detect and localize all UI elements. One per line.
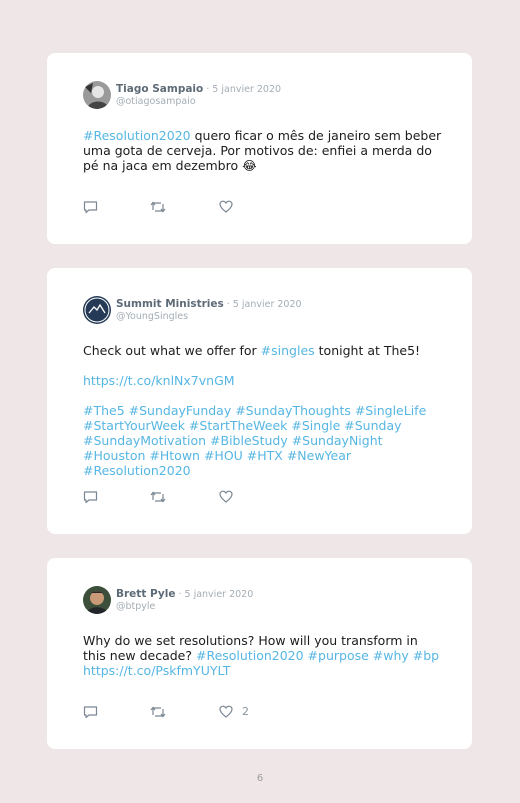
tweet-text-segment: tonight at The5! — [314, 343, 421, 358]
reply-icon[interactable] — [83, 490, 98, 504]
reply-icon[interactable] — [83, 200, 98, 214]
tweet-link[interactable]: #singles — [261, 343, 315, 358]
tweet-date[interactable]: · 5 janvier 2020 — [224, 299, 302, 310]
tweet-date[interactable]: · 5 janvier 2020 — [175, 589, 253, 600]
reply-icon[interactable] — [83, 705, 98, 719]
tweet-paragraph: #Resolution2020 quero ficar o mês de jan… — [83, 128, 443, 173]
tweet-link[interactable]: #The5 #SundayFunday #SundayThoughts #Sin… — [83, 403, 426, 478]
tweet-actions — [83, 200, 283, 216]
tweet-card: Summit Ministries · 5 janvier 2020 @Youn… — [47, 268, 472, 534]
retweet-icon[interactable] — [150, 200, 166, 214]
author-name[interactable]: Brett Pyle — [116, 588, 175, 600]
tweet-text: #Resolution2020 quero ficar o mês de jan… — [83, 128, 443, 173]
author-line: Summit Ministries · 5 janvier 2020 — [116, 298, 302, 310]
author-name[interactable]: Tiago Sampaio — [116, 83, 203, 95]
tweet-link[interactable]: https://t.co/knlNx7vnGM — [83, 373, 235, 388]
avatar[interactable] — [83, 296, 111, 324]
tweet-card: Brett Pyle · 5 janvier 2020 @btpyle Why … — [47, 558, 472, 749]
author-line: Brett Pyle · 5 janvier 2020 — [116, 588, 253, 600]
author-handle[interactable]: @otiagosampaio — [116, 96, 196, 107]
tweet-paragraph: #The5 #SundayFunday #SundayThoughts #Sin… — [83, 403, 443, 478]
avatar[interactable] — [83, 81, 111, 109]
tweet-link[interactable]: #Resolution2020 — [83, 128, 191, 143]
like-count: 2 — [242, 705, 249, 718]
author-handle[interactable]: @btpyle — [116, 601, 155, 612]
tweet-text: Why do we set resolutions? How will you … — [83, 633, 443, 678]
tweet-text: Check out what we offer for #singles ton… — [83, 343, 443, 478]
tweet-paragraph: Check out what we offer for #singles ton… — [83, 343, 443, 358]
page-number: 6 — [256, 773, 264, 784]
retweet-icon[interactable] — [150, 705, 166, 719]
author-line: Tiago Sampaio · 5 janvier 2020 — [116, 83, 281, 95]
tweet-paragraph: https://t.co/knlNx7vnGM — [83, 373, 443, 388]
avatar[interactable] — [83, 586, 111, 614]
retweet-icon[interactable] — [150, 490, 166, 504]
like-icon[interactable] — [219, 490, 233, 503]
tweet-paragraph: Why do we set resolutions? How will you … — [83, 633, 443, 678]
like-button[interactable]: 2 — [219, 705, 249, 718]
author-handle[interactable]: @YoungSingles — [116, 311, 188, 322]
tweet-card: Tiago Sampaio · 5 janvier 2020 @otiagosa… — [47, 53, 472, 244]
tweet-text-segment: Check out what we offer for — [83, 343, 261, 358]
tweet-actions: 2 — [83, 705, 283, 721]
like-icon[interactable] — [219, 200, 233, 213]
tweet-actions — [83, 490, 283, 506]
like-icon — [219, 705, 233, 718]
author-name[interactable]: Summit Ministries — [116, 298, 224, 310]
tweet-date[interactable]: · 5 janvier 2020 — [203, 84, 281, 95]
